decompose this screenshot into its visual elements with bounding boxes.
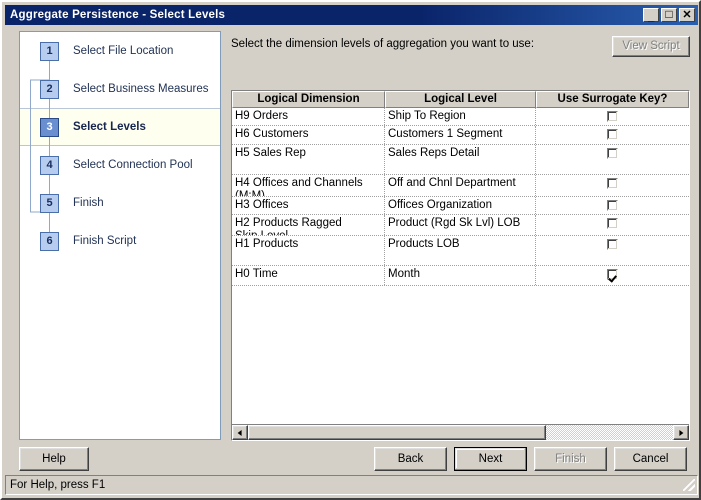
- step-label: Select File Location: [73, 45, 174, 57]
- cell-dimension: H5 Sales Rep: [232, 145, 385, 174]
- cell-dimension-line2: Skip Level: [235, 230, 384, 235]
- cell-surrogate-key: [536, 175, 689, 196]
- step-label: Select Levels: [73, 121, 146, 133]
- cell-dimension-line2: (M:M): [235, 190, 266, 196]
- sidebar-item-finish-script[interactable]: 6 Finish Script: [20, 222, 220, 260]
- minimize-button[interactable]: _: [643, 8, 659, 23]
- cell-surrogate-key: [536, 145, 689, 174]
- status-bar: For Help, press F1: [5, 475, 698, 495]
- levels-grid: Logical Dimension Logical Level Use Surr…: [231, 90, 690, 441]
- cell-level: Customers 1 Segment: [385, 126, 536, 144]
- cell-dimension: H0 Time: [232, 266, 385, 285]
- surrogate-key-checkbox[interactable]: [607, 148, 618, 159]
- cell-dimension: H1 Products: [232, 236, 385, 265]
- window-title: Aggregate Persistence - Select Levels: [10, 9, 226, 21]
- scrollbar-thumb[interactable]: [248, 425, 546, 440]
- status-text: For Help, press F1: [10, 479, 106, 491]
- step-number: 3: [40, 117, 59, 137]
- maximize-button[interactable]: □: [661, 8, 677, 22]
- step-number: 1: [40, 41, 59, 61]
- cell-surrogate-key: [536, 108, 689, 125]
- cell-level: Month: [385, 266, 536, 285]
- resize-grip-icon[interactable]: [682, 478, 696, 492]
- column-header-logical-level[interactable]: Logical Level: [385, 91, 536, 108]
- cell-dimension: H3 Offices: [232, 197, 385, 214]
- close-button[interactable]: ✕: [679, 8, 695, 22]
- surrogate-key-checkbox[interactable]: [607, 111, 618, 122]
- next-button[interactable]: Next: [454, 447, 527, 471]
- maximize-icon: □: [665, 7, 673, 21]
- table-row[interactable]: H4 Offices and Channels (M:M) Off and Ch…: [232, 175, 689, 197]
- grid-header-row: Logical Dimension Logical Level Use Surr…: [232, 91, 689, 108]
- cell-dimension-line1: H2 Products Ragged: [235, 217, 342, 229]
- cell-dimension-line1: H4 Offices and Channels: [235, 177, 363, 189]
- cancel-button[interactable]: Cancel: [614, 447, 687, 471]
- scroll-right-arrow-icon[interactable]: [673, 425, 689, 440]
- view-script-button[interactable]: View Script: [612, 36, 690, 57]
- cell-level: Ship To Region: [385, 108, 536, 125]
- table-row[interactable]: H2 Products Ragged Skip Level Product (R…: [232, 215, 689, 236]
- sidebar-item-select-levels[interactable]: 3 Select Levels: [20, 108, 220, 146]
- sidebar-item-select-file-location[interactable]: 1 Select File Location: [20, 32, 220, 70]
- cell-dimension: H9 Orders: [232, 108, 385, 125]
- step-number: 5: [40, 193, 59, 213]
- cell-surrogate-key: [536, 266, 689, 285]
- step-label: Finish: [73, 197, 104, 209]
- surrogate-key-checkbox[interactable]: [607, 200, 618, 211]
- surrogate-key-checkbox[interactable]: [607, 178, 618, 189]
- cell-level: Off and Chnl Department: [385, 175, 536, 196]
- back-button[interactable]: Back: [374, 447, 447, 471]
- grid-horizontal-scrollbar[interactable]: [232, 424, 689, 440]
- step-label: Finish Script: [73, 235, 137, 247]
- cell-dimension: H6 Customers: [232, 126, 385, 144]
- wizard-steps-panel: 1 Select File Location 2 Select Business…: [19, 31, 221, 440]
- sidebar-item-finish[interactable]: 5 Finish: [20, 184, 220, 222]
- grid-body: H9 Orders Ship To Region H6 Customers Cu…: [232, 108, 689, 424]
- window-controls: _ □ ✕: [643, 8, 698, 23]
- step-number: 2: [40, 79, 59, 99]
- column-header-logical-dimension[interactable]: Logical Dimension: [232, 91, 385, 108]
- help-button[interactable]: Help: [19, 447, 89, 471]
- surrogate-key-checkbox[interactable]: [607, 129, 618, 140]
- surrogate-key-checkbox[interactable]: [607, 218, 618, 229]
- sidebar-item-select-business-measures[interactable]: 2 Select Business Measures: [20, 70, 220, 108]
- scroll-left-arrow-icon[interactable]: [232, 425, 248, 440]
- step-number: 4: [40, 155, 59, 175]
- cell-surrogate-key: [536, 215, 689, 235]
- finish-button[interactable]: Finish: [534, 447, 607, 471]
- table-row[interactable]: H5 Sales Rep Sales Reps Detail: [232, 145, 689, 175]
- cell-level: Offices Organization: [385, 197, 536, 214]
- table-row[interactable]: H6 Customers Customers 1 Segment: [232, 126, 689, 145]
- column-header-use-surrogate-key[interactable]: Use Surrogate Key?: [536, 91, 689, 108]
- cell-dimension: H4 Offices and Channels (M:M): [232, 175, 385, 196]
- step-number: 6: [40, 231, 59, 251]
- close-icon: ✕: [682, 9, 692, 21]
- instruction-text: Select the dimension levels of aggregati…: [231, 38, 535, 50]
- surrogate-key-checkbox[interactable]: [607, 269, 618, 280]
- scrollbar-track[interactable]: [248, 425, 673, 440]
- cell-surrogate-key: [536, 197, 689, 214]
- step-label: Select Connection Pool: [73, 159, 193, 171]
- cell-level: Products LOB: [385, 236, 536, 265]
- table-row[interactable]: H9 Orders Ship To Region: [232, 108, 689, 126]
- surrogate-key-checkbox[interactable]: [607, 239, 618, 250]
- cell-surrogate-key: [536, 236, 689, 265]
- cell-level: Product (Rgd Sk Lvl) LOB: [385, 215, 536, 235]
- cell-level: Sales Reps Detail: [385, 145, 536, 174]
- sidebar-item-select-connection-pool[interactable]: 4 Select Connection Pool: [20, 146, 220, 184]
- application-window: Aggregate Persistence - Select Levels _ …: [0, 0, 701, 500]
- title-bar: Aggregate Persistence - Select Levels _ …: [5, 5, 698, 25]
- table-row[interactable]: H3 Offices Offices Organization: [232, 197, 689, 215]
- table-row[interactable]: H0 Time Month: [232, 266, 689, 286]
- table-row[interactable]: H1 Products Products LOB: [232, 236, 689, 266]
- step-label: Select Business Measures: [73, 83, 209, 95]
- cell-dimension: H2 Products Ragged Skip Level: [232, 215, 385, 235]
- minimize-icon: _: [647, 11, 655, 23]
- cell-surrogate-key: [536, 126, 689, 144]
